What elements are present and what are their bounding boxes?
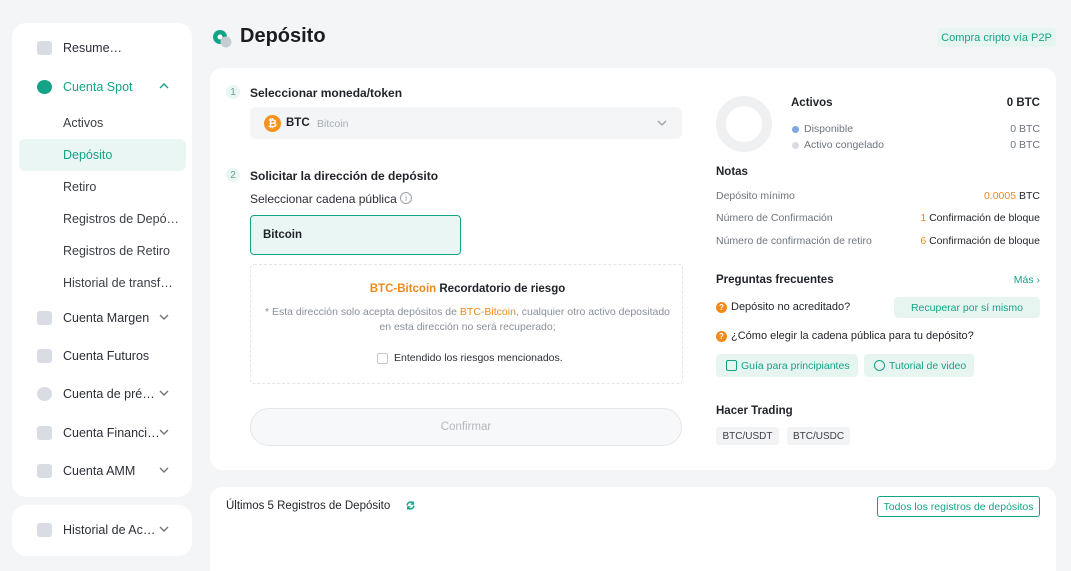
sidebar-item-label: Resume… [63,41,123,55]
coin-symbol: BTC [286,117,310,129]
chevron-down-icon [159,467,169,473]
chevron-down-icon [159,429,169,435]
risk-checkbox[interactable] [377,352,388,364]
sidebar-item-label: Cuenta de pré… [63,387,155,401]
sidebar-item-withdraw-records[interactable]: Registros de Retiro [12,235,192,267]
risk-checkbox-label: Entendido los riesgos mencionados. [394,352,563,364]
spot-icon [37,80,52,94]
book-icon [726,360,737,371]
chevron-up-icon [159,83,169,89]
trading-pair-button[interactable]: BTC/USDC [787,427,850,445]
chain-label: Seleccionar cadena pública [250,192,397,206]
step-title: Solicitar la dirección de depósito [250,169,439,183]
sidebar-item-overview[interactable]: Resume… [12,32,192,64]
note-confirmations: Número de Confirmación 1 Confirmación de… [716,212,1040,224]
recover-button[interactable]: Recuperar por sí mismo [894,297,1040,318]
risk-text: * Esta dirección solo acepta depósitos d… [264,306,671,333]
futures-icon [37,349,52,363]
trading-pair-button[interactable]: BTC/USDT [716,427,779,445]
sidebar-item-label: Cuenta Margen [63,311,150,325]
frozen-value: 0 BTC [1010,139,1040,151]
trading-title: Hacer Trading [716,405,793,417]
chevron-down-icon [159,526,169,532]
loan-icon [37,387,52,401]
sidebar: Resume… Cuenta Spot Activos Depósito Ret… [12,23,192,497]
chevron-down-icon [159,390,169,396]
sidebar-history-panel: Historial de Ac… [12,505,192,556]
sidebar-item-label: Registros de Depó… [63,212,180,226]
step-number: 1 [226,85,240,99]
sidebar-item-label: Registros de Retiro [63,244,170,258]
note-withdraw-confirmations: Número de confirmación de retiro 6 Confi… [716,235,1040,247]
sidebar-item-withdraw[interactable]: Retiro [12,171,192,203]
info-icon[interactable]: i [400,192,412,204]
sidebar-item-loan-account[interactable]: Cuenta de pré… [12,378,192,410]
margin-icon [37,311,52,325]
sidebar-item-assets[interactable]: Activos [12,107,192,139]
chain-option-bitcoin[interactable]: Bitcoin [250,215,461,255]
amm-icon [37,464,52,478]
all-records-button[interactable]: Todos los registros de depósitos [877,496,1040,517]
risk-title: BTC-Bitcoin Recordatorio de riesgo [369,283,566,295]
assets-total: 0 BTC [1006,97,1040,109]
available-value: 0 BTC [1010,123,1040,135]
history-icon [37,523,52,537]
sidebar-item-activity-history[interactable]: Historial de Ac… [12,514,192,546]
sidebar-item-label: Historial de Ac… [63,523,156,537]
records-title: Últimos 5 Registros de Depósito [226,500,391,512]
finance-icon [37,426,52,440]
step-title: Seleccionar moneda/token [250,86,403,100]
sidebar-item-label: Cuenta Spot [63,80,133,94]
sidebar-item-spot-account[interactable]: Cuenta Spot [12,71,192,103]
notes-title: Notas [716,166,748,178]
faq-more-link[interactable]: Más › [1014,274,1040,286]
note-min-deposit: Depósito mínimo 0.0005 BTC [716,190,1040,202]
sidebar-item-deposit-records[interactable]: Registros de Depó… [12,203,192,235]
chevron-down-icon [159,314,169,320]
coin-select[interactable]: ₿ BTC Bitcoin [250,107,682,139]
sidebar-item-deposit[interactable]: Depósito [19,139,186,171]
sidebar-item-margin-account[interactable]: Cuenta Margen [12,302,192,334]
sidebar-item-finance-account[interactable]: Cuenta Financi… [12,417,192,449]
coin-name: Bitcoin [317,118,349,130]
sidebar-item-label: Activos [63,116,104,130]
step-number: 2 [226,168,240,182]
sidebar-item-transfer-history[interactable]: Historial de transf… [12,267,192,299]
p2p-button[interactable]: Compra cripto vía P2P [937,28,1056,47]
sidebar-item-label: Depósito [63,148,113,162]
sidebar-item-label: Cuenta AMM [63,464,136,478]
sidebar-item-label: Cuenta Financi… [63,426,160,440]
chevron-down-icon [657,120,667,126]
question-icon: ? [716,330,727,342]
faq-title: Preguntas frecuentes [716,274,834,286]
btc-icon: ₿ [264,115,281,132]
sidebar-item-futures-account[interactable]: Cuenta Futuros [12,340,192,372]
play-icon [874,360,885,371]
risk-reminder: BTC-Bitcoin Recordatorio de riesgo * Est… [250,264,683,384]
faq-question-2[interactable]: ? ¿Cómo elegir la cadena pública para tu… [716,330,974,342]
page-title: Depósito [240,25,326,47]
sidebar-item-label: Retiro [63,180,97,194]
beginner-guide-button[interactable]: Guía para principiantes [716,354,858,377]
legend-frozen: Activo congelado [792,139,884,151]
faq-question-1[interactable]: ? Depósito no acreditado? [716,301,850,313]
overview-icon [37,41,52,55]
video-tutorial-button[interactable]: Tutorial de video [864,354,974,377]
deposit-icon [213,30,232,48]
assets-title: Activos [791,97,833,109]
sidebar-item-label: Historial de transf… [63,276,173,290]
frozen-dot-icon [792,141,799,149]
confirm-button[interactable]: Confirmar [250,408,682,446]
sidebar-item-amm-account[interactable]: Cuenta AMM [12,455,192,487]
risk-acknowledge[interactable]: Entendido los riesgos mencionados. [377,352,563,364]
sidebar-item-label: Cuenta Futuros [63,349,150,363]
question-icon: ? [716,301,727,313]
refresh-icon[interactable] [405,500,416,511]
legend-available: Disponible [792,123,853,135]
assets-donut-chart [716,96,772,152]
available-dot-icon [792,125,799,133]
